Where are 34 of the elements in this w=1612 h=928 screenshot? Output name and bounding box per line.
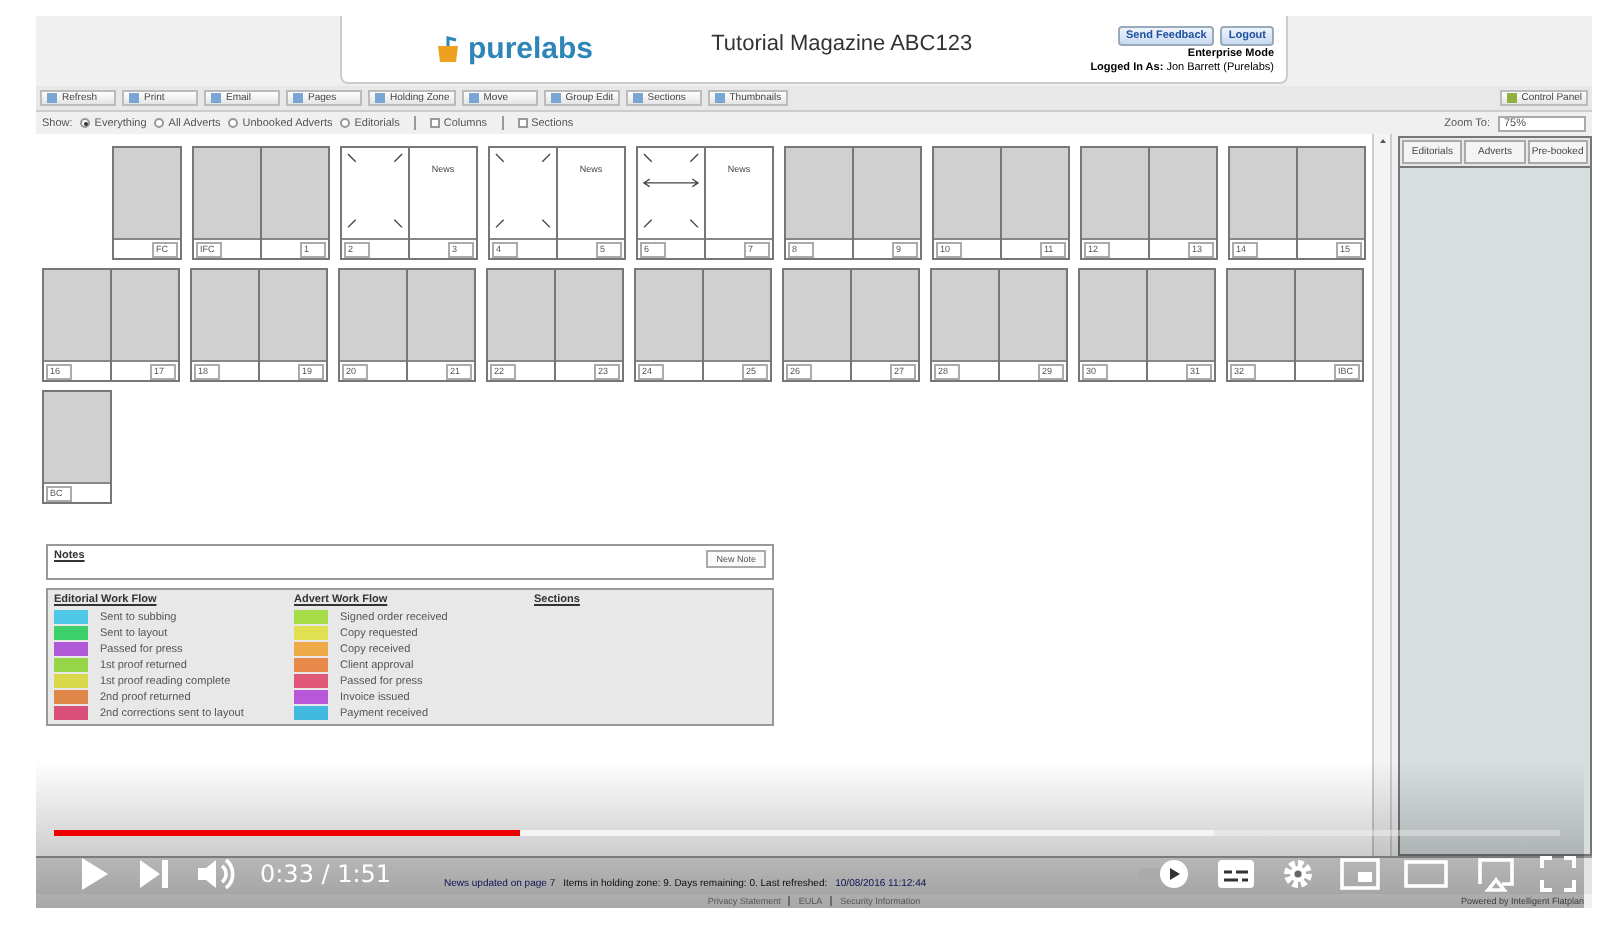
toolbar-icon	[467, 92, 480, 104]
radio-button[interactable]	[154, 118, 165, 128]
miniplayer-icon[interactable]	[1340, 856, 1380, 892]
toolbar-icon	[46, 92, 58, 104]
theater-mode-icon[interactable]	[1404, 856, 1448, 892]
video-time: 0:33 / 1:51	[260, 860, 392, 888]
toolbar-icon	[631, 92, 644, 104]
cast-icon[interactable]	[1472, 856, 1516, 892]
toolbar-icon	[210, 92, 222, 104]
control-panel-icon	[1505, 92, 1518, 104]
toolbar-icon	[549, 92, 562, 104]
logo-text: purelabs	[468, 32, 594, 66]
radio-button[interactable]	[340, 118, 351, 128]
next-icon[interactable]	[136, 856, 172, 892]
corner-marks-drawing	[494, 152, 552, 230]
magazine-title: Tutorial Magazine ABC123	[709, 32, 975, 56]
toolbar-icon	[292, 92, 304, 104]
radio-button[interactable]	[80, 118, 91, 128]
checkbox[interactable]	[429, 118, 440, 128]
corner-marks-drawing	[346, 152, 404, 230]
toolbar-icon	[128, 92, 140, 104]
autoplay-toggle-icon[interactable]	[1136, 856, 1192, 892]
toolbar-icon	[713, 92, 726, 104]
corner-marks-drawing	[642, 152, 700, 230]
subtitles-icon[interactable]	[1216, 856, 1256, 892]
scroll-up-icon[interactable]	[1375, 134, 1389, 148]
logo-icon	[434, 35, 462, 63]
video-progress-bar[interactable]	[54, 830, 1560, 836]
settings-icon[interactable]	[1280, 856, 1316, 892]
fullscreen-icon[interactable]	[1540, 856, 1576, 892]
volume-icon[interactable]	[196, 856, 236, 892]
radio-button[interactable]	[228, 118, 239, 128]
toolbar-icon	[374, 92, 386, 104]
checkbox[interactable]	[517, 118, 528, 128]
